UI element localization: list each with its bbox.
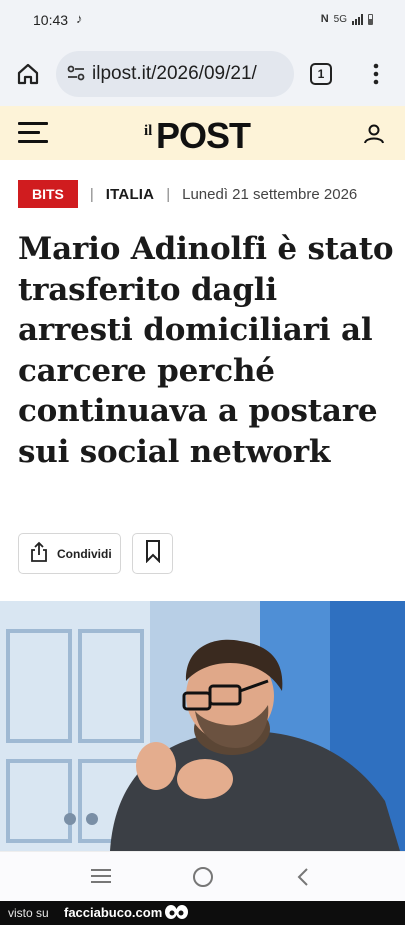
watermark-bar: visto su facciabuco.com (0, 901, 405, 925)
divider: | (89, 185, 94, 203)
photo-illustration (0, 601, 405, 851)
bookmark-icon (143, 539, 163, 568)
site-header: il POST (0, 106, 405, 160)
back-icon[interactable] (296, 867, 310, 892)
share-icon (28, 541, 50, 566)
home-icon[interactable] (14, 60, 42, 88)
article-date: Lunedì 21 settembre 2026 (182, 185, 358, 203)
more-menu-icon[interactable] (366, 60, 386, 88)
article-meta: BITS | ITALIA | Lunedì 21 settembre 2026 (18, 180, 398, 208)
site-logo[interactable]: il POST (144, 111, 264, 156)
signal-icon (352, 13, 363, 25)
article-actions: Condividi (18, 533, 173, 574)
menu-icon[interactable] (18, 122, 48, 144)
status-time: 10:43 (33, 12, 69, 28)
bookmark-button[interactable] (132, 533, 173, 574)
category-link[interactable]: ITALIA (106, 186, 154, 203)
logo-main: POST (156, 115, 251, 156)
tabs-icon[interactable]: 1 (310, 63, 332, 85)
network-label: 5G (333, 13, 347, 25)
browser-toolbar: ilpost.it/2026/09/21/ 1 (0, 40, 405, 106)
article-photo (0, 601, 405, 851)
user-icon[interactable] (362, 122, 386, 146)
battery-icon (368, 13, 373, 25)
site-settings-icon[interactable] (66, 63, 86, 88)
logo-prefix: il (144, 123, 153, 139)
system-nav-bar (0, 851, 405, 901)
section-badge[interactable]: BITS (18, 180, 78, 208)
address-bar[interactable]: ilpost.it/2026/09/21/ (56, 51, 294, 97)
home-circle-icon[interactable] (193, 867, 213, 887)
divider: | (166, 185, 171, 203)
share-label: Condividi (57, 546, 112, 561)
status-icons: N 5G (321, 13, 373, 25)
watermark-prefix: visto su (8, 906, 49, 920)
recent-apps-icon[interactable] (91, 869, 111, 883)
status-bar: 10:43 ♪ N 5G (0, 0, 405, 40)
article-headline: Mario Adinolfi è stato trasferito dagli … (18, 231, 394, 470)
nfc-icon: N (320, 13, 329, 25)
music-note-icon: ♪ (76, 11, 83, 26)
share-button[interactable]: Condividi (18, 533, 121, 574)
watermark-site: facciabuco.com (64, 905, 163, 920)
url-text[interactable]: ilpost.it/2026/09/21/ (92, 63, 257, 85)
watermark-eyes-icon (164, 903, 188, 925)
